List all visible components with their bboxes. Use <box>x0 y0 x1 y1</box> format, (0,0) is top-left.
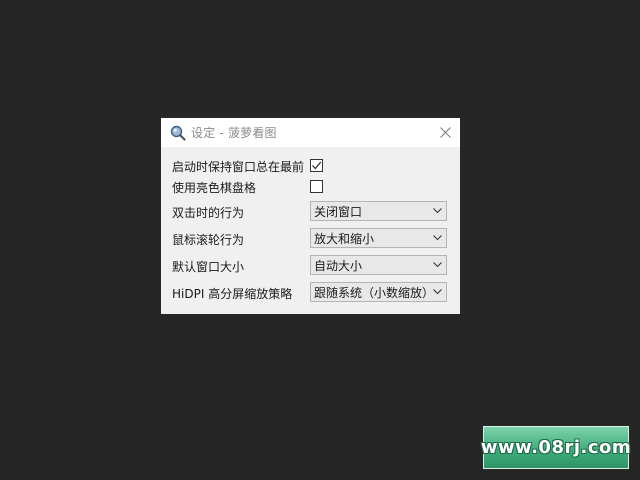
chevron-down-icon <box>428 283 446 301</box>
default-window-size-label: 默认窗口大小 <box>172 260 245 274</box>
hidpi-policy-value: 跟随系统（小数缩放） <box>314 285 428 300</box>
site-watermark: www.08rj.com <box>480 426 632 469</box>
hidpi-policy-label: HiDPI 高分屏缩放策略 <box>172 287 293 301</box>
watermark-text: www.08rj.com <box>480 437 632 458</box>
close-icon <box>439 123 451 142</box>
wheel-action-label: 鼠标滚轮行为 <box>172 233 245 247</box>
always-on-top-label: 启动时保持窗口总在最前 <box>172 160 305 174</box>
title-bar[interactable]: 设定 - 菠萝看图 <box>161 118 460 147</box>
double-click-action-select[interactable]: 关闭窗口 <box>310 201 447 221</box>
window-title: 设定 - 菠萝看图 <box>191 126 277 140</box>
default-window-size-select[interactable]: 自动大小 <box>310 255 447 275</box>
double-click-action-value: 关闭窗口 <box>314 204 363 219</box>
default-window-size-value: 自动大小 <box>314 258 363 273</box>
bright-checkerboard-label: 使用亮色棋盘格 <box>172 181 257 195</box>
chevron-down-icon <box>428 229 446 247</box>
double-click-action-label: 双击时的行为 <box>172 206 245 220</box>
settings-dialog: 设定 - 菠萝看图 启动时保持窗口总在最前 使用亮色棋盘格 双击时的行为 关闭窗… <box>161 118 460 314</box>
chevron-down-icon <box>428 256 446 274</box>
wheel-action-value: 放大和缩小 <box>314 231 375 246</box>
hidpi-policy-select[interactable]: 跟随系统（小数缩放） <box>310 282 447 302</box>
bright-checkerboard-checkbox[interactable] <box>310 180 323 193</box>
checkmark-icon <box>312 161 322 170</box>
desktop-background: 设定 - 菠萝看图 启动时保持窗口总在最前 使用亮色棋盘格 双击时的行为 关闭窗… <box>0 0 640 480</box>
always-on-top-checkbox[interactable] <box>310 159 323 172</box>
close-button[interactable] <box>430 118 460 147</box>
wheel-action-select[interactable]: 放大和缩小 <box>310 228 447 248</box>
magnifier-icon <box>170 125 186 141</box>
settings-panel: 启动时保持窗口总在最前 使用亮色棋盘格 双击时的行为 关闭窗口 鼠标滚轮行为 放… <box>161 147 460 314</box>
chevron-down-icon <box>428 202 446 220</box>
